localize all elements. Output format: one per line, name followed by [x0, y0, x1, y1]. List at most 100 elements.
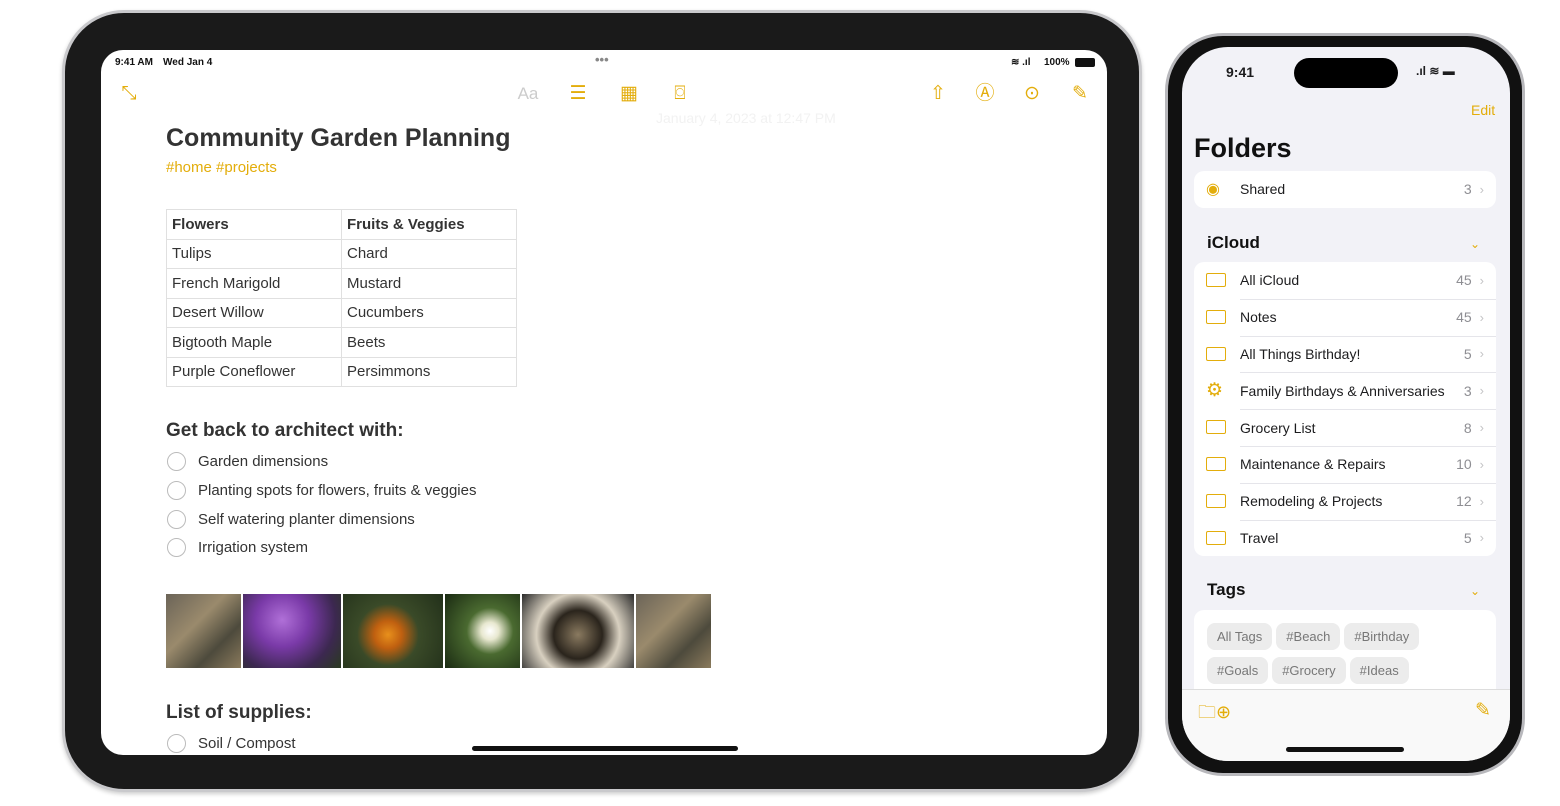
folder-icon	[1206, 529, 1228, 547]
tag-chip[interactable]: #Goals	[1207, 657, 1269, 684]
note-tags[interactable]: #home #projects	[166, 159, 277, 176]
table-header[interactable]: Fruits & Veggies	[341, 209, 517, 240]
table-cell[interactable]: Desert Willow	[166, 297, 342, 328]
section-tags[interactable]: Tags	[1207, 580, 1245, 600]
folder-icon	[1206, 455, 1228, 473]
folder-label: All Things Birthday!	[1240, 345, 1361, 362]
table-cell[interactable]: Beets	[341, 327, 517, 358]
shared-card: ◉ Shared 3 ›	[1194, 171, 1496, 208]
chevron-right-icon: ›	[1479, 309, 1484, 325]
folder-item[interactable]: Remodeling & Projects 12 ›	[1194, 482, 1496, 520]
table-cell[interactable]: Chard	[341, 238, 517, 269]
bottom-toolbar: 🗀⊕ ✎	[1182, 689, 1510, 761]
compose-icon[interactable]: ✎	[1068, 82, 1092, 106]
folder-count: 5	[1463, 529, 1472, 546]
table-cell[interactable]: Purple Coneflower	[166, 356, 342, 387]
home-indicator[interactable]	[1286, 747, 1404, 752]
new-folder-icon[interactable]: 🗀⊕	[1198, 700, 1231, 730]
checklist-text: Planting spots for flowers, fruits & veg…	[198, 482, 477, 499]
folder-label: Travel	[1240, 529, 1279, 546]
chevron-right-icon: ›	[1479, 493, 1484, 509]
table-cell[interactable]: French Marigold	[166, 268, 342, 299]
markup-icon[interactable]: Ⓐ	[973, 82, 997, 106]
checklist-text: Irrigation system	[198, 539, 309, 556]
table-cell[interactable]: Mustard	[341, 268, 517, 299]
checklist-icon[interactable]: ☰	[566, 82, 590, 106]
table-cell[interactable]: Tulips	[166, 238, 342, 269]
table-row: Purple Coneflower Persimmons	[166, 356, 517, 387]
folder-label: Family Birthdays & Anniversaries	[1240, 382, 1445, 399]
multitask-dots-icon[interactable]: •••	[595, 52, 609, 67]
folder-icon	[1206, 345, 1228, 363]
folder-label: Shared	[1240, 181, 1286, 198]
home-indicator[interactable]	[472, 746, 738, 751]
note-table[interactable]: Flowers Fruits & Veggies Tulips Chard Fren…	[166, 209, 517, 387]
tag-chip[interactable]: #Beach	[1276, 623, 1341, 650]
photo-orange-flower[interactable]	[343, 594, 443, 668]
folder-item[interactable]: Maintenance & Repairs 10 ›	[1194, 445, 1496, 483]
chevron-down-icon[interactable]: ⌄	[1470, 584, 1480, 598]
section-icloud[interactable]: iCloud	[1207, 233, 1260, 253]
folder-item[interactable]: ⚙ Family Birthdays & Anniversaries 3 ›	[1194, 372, 1496, 409]
folder-count: 5	[1463, 345, 1472, 362]
edit-button[interactable]: Edit	[1471, 102, 1495, 118]
checkbox-icon[interactable]	[167, 510, 186, 529]
checkbox-icon[interactable]	[167, 452, 186, 471]
chevron-right-icon: ›	[1479, 383, 1484, 399]
more-icon[interactable]: ⊙	[1020, 82, 1044, 106]
tag-chip[interactable]: All Tags	[1207, 623, 1273, 650]
table-cell[interactable]: Persimmons	[341, 356, 517, 387]
signal-wifi-battery-icon: .ıl ≋ ▬	[1416, 64, 1455, 78]
photo-garden-bed[interactable]	[166, 594, 241, 668]
folder-item[interactable]: Notes 45 ›	[1194, 298, 1496, 336]
page-title: Folders	[1194, 133, 1292, 163]
share-icon[interactable]: ⇧	[926, 82, 950, 106]
tag-chip[interactable]: #Birthday	[1344, 623, 1420, 650]
folder-item[interactable]: Grocery List 8 ›	[1194, 409, 1496, 446]
checklist-item[interactable]: Self watering planter dimensions	[167, 510, 415, 529]
folder-item[interactable]: Travel 5 ›	[1194, 519, 1496, 557]
format-button[interactable]: Aa	[516, 82, 540, 106]
note-title[interactable]: Community Garden Planning	[166, 124, 510, 153]
checkbox-icon[interactable]	[167, 538, 186, 557]
battery-icon	[1075, 58, 1095, 67]
folder-count: 8	[1463, 419, 1472, 436]
photo-white-flower[interactable]	[445, 594, 520, 668]
checklist-item[interactable]: Planting spots for flowers, fruits & veg…	[167, 481, 476, 500]
folder-shared[interactable]: ◉ Shared 3 ›	[1194, 171, 1496, 208]
collapse-icon[interactable]: ⤡	[117, 82, 141, 106]
chevron-right-icon: ›	[1479, 420, 1484, 436]
folder-count: 12	[1456, 493, 1472, 510]
chevron-down-icon[interactable]: ⌄	[1470, 237, 1480, 251]
folder-item[interactable]: All iCloud 45 ›	[1194, 262, 1496, 299]
folder-label: Notes	[1240, 309, 1277, 326]
checklist-text: Self watering planter dimensions	[198, 511, 415, 528]
photo-purple-flowers[interactable]	[243, 594, 341, 668]
folder-icon	[1206, 271, 1228, 289]
photo-palm[interactable]	[522, 594, 634, 668]
camera-icon[interactable]: ⌼	[668, 82, 692, 106]
table-cell[interactable]: Bigtooth Maple	[166, 327, 342, 358]
table-cell[interactable]: Cucumbers	[341, 297, 517, 328]
folder-label: Grocery List	[1240, 419, 1316, 436]
status-date: Wed Jan 4	[163, 57, 213, 68]
chevron-right-icon: ›	[1479, 530, 1484, 546]
checkbox-icon[interactable]	[167, 481, 186, 500]
chevron-right-icon: ›	[1479, 181, 1484, 197]
chevron-right-icon: ›	[1479, 346, 1484, 362]
table-row: Desert Willow Cucumbers	[166, 297, 517, 328]
checkbox-icon[interactable]	[167, 734, 186, 753]
photo-garden-bed[interactable]	[636, 594, 711, 668]
note-timestamp: January 4, 2023 at 12:47 PM	[656, 110, 836, 126]
folder-count: 45	[1456, 272, 1472, 289]
checklist-item[interactable]: Soil / Compost	[167, 734, 296, 753]
table-icon[interactable]: ▦	[617, 82, 641, 106]
checklist-item[interactable]: Irrigation system	[167, 538, 308, 557]
tag-chip[interactable]: #Ideas	[1349, 657, 1409, 684]
checklist-item[interactable]: Garden dimensions	[167, 452, 328, 471]
tag-chip[interactable]: #Grocery	[1272, 657, 1346, 684]
folder-item[interactable]: All Things Birthday! 5 ›	[1194, 335, 1496, 373]
table-header[interactable]: Flowers	[166, 209, 342, 240]
compose-icon[interactable]: ✎	[1475, 699, 1491, 722]
table-row: French Marigold Mustard	[166, 268, 517, 299]
